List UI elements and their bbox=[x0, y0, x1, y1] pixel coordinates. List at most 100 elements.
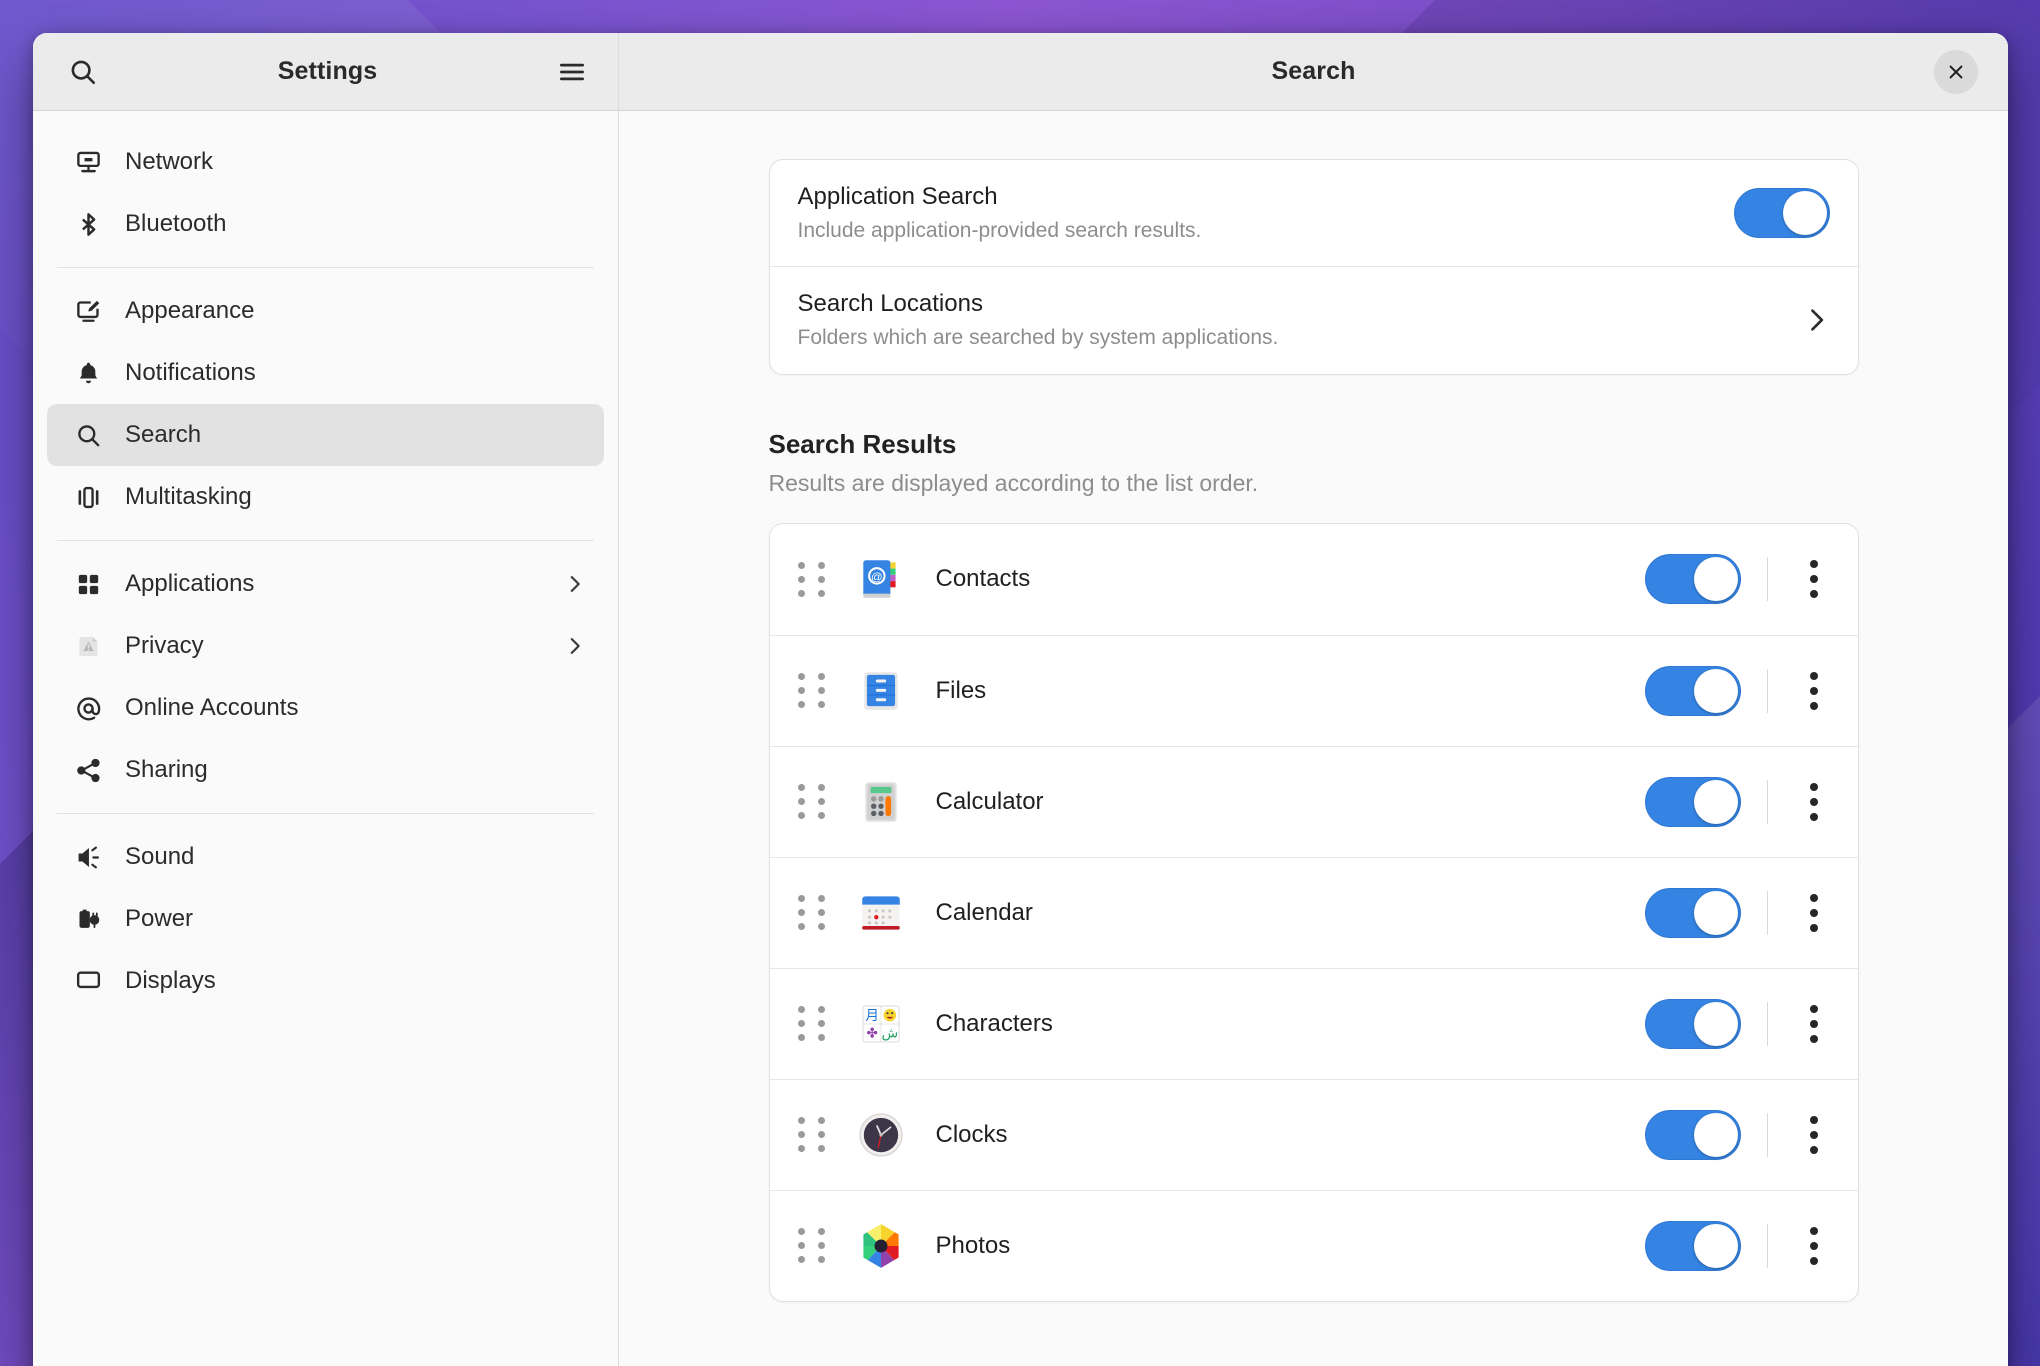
more-options-icon[interactable] bbox=[1796, 779, 1832, 825]
sidebar-item-label: Search bbox=[125, 421, 586, 449]
chevron-right-icon bbox=[1802, 306, 1830, 334]
result-toggle[interactable] bbox=[1645, 554, 1741, 604]
result-toggle[interactable] bbox=[1645, 999, 1741, 1049]
clocks-app-icon bbox=[856, 1110, 906, 1160]
search-results-section: Search Results Results are displayed acc… bbox=[769, 429, 1859, 497]
result-toggle[interactable] bbox=[1645, 777, 1741, 827]
photos-app-icon bbox=[856, 1221, 906, 1271]
sidebar-item-label: Network bbox=[125, 148, 586, 176]
sidebar-item-online-accounts[interactable]: Online Accounts bbox=[47, 677, 604, 739]
application-search-title: Application Search bbox=[798, 182, 1734, 212]
svg-text:月: 月 bbox=[865, 1007, 879, 1023]
toggle-knob bbox=[1694, 1113, 1738, 1157]
table-row[interactable]: @ Contacts bbox=[770, 524, 1858, 635]
drag-handle-icon[interactable] bbox=[798, 1006, 828, 1041]
sidebar-item-bluetooth[interactable]: Bluetooth bbox=[47, 193, 604, 255]
calendar-app-icon bbox=[856, 888, 906, 938]
toggle-knob bbox=[1783, 191, 1827, 235]
drag-handle-icon[interactable] bbox=[798, 1117, 828, 1152]
monitor-icon bbox=[73, 966, 103, 996]
sidebar-item-search[interactable]: Search bbox=[47, 404, 604, 466]
search-results-heading: Search Results bbox=[769, 429, 1859, 460]
more-options-icon[interactable] bbox=[1796, 1001, 1832, 1047]
nav-group: Appearance Notifications bbox=[47, 274, 604, 534]
drag-handle-icon[interactable] bbox=[798, 1228, 828, 1263]
result-toggle[interactable] bbox=[1645, 888, 1741, 938]
table-row[interactable]: Calculator bbox=[770, 746, 1858, 857]
toggle-knob bbox=[1694, 557, 1738, 601]
app-label: Calendar bbox=[936, 899, 1645, 927]
network-icon bbox=[73, 147, 103, 177]
hamburger-menu-icon[interactable] bbox=[550, 50, 594, 94]
settings-sidebar[interactable]: Network Bluetooth bbox=[33, 111, 619, 1366]
settings-window: Settings Search bbox=[33, 33, 2008, 1366]
sidebar-item-label: Applications bbox=[125, 570, 542, 598]
app-label: Calculator bbox=[936, 788, 1645, 816]
drag-handle-icon[interactable] bbox=[798, 784, 828, 819]
table-row[interactable]: Clocks bbox=[770, 1079, 1858, 1190]
bluetooth-icon bbox=[73, 209, 103, 239]
search-locations-title: Search Locations bbox=[798, 289, 1802, 319]
sidebar-item-displays[interactable]: Displays bbox=[47, 950, 604, 1012]
sidebar-item-privacy[interactable]: Privacy bbox=[47, 615, 604, 677]
drag-handle-icon[interactable] bbox=[798, 562, 828, 597]
table-row[interactable]: Files bbox=[770, 635, 1858, 746]
more-options-icon[interactable] bbox=[1796, 668, 1832, 714]
table-row[interactable]: Photos bbox=[770, 1190, 1858, 1301]
result-toggle[interactable] bbox=[1645, 1221, 1741, 1271]
row-separator bbox=[1767, 1002, 1768, 1046]
result-toggle[interactable] bbox=[1645, 1110, 1741, 1160]
toggle-knob bbox=[1694, 1002, 1738, 1046]
sidebar-item-label: Appearance bbox=[125, 297, 586, 325]
application-search-row[interactable]: Application Search Include application-p… bbox=[770, 160, 1858, 266]
calculator-app-icon bbox=[856, 777, 906, 827]
row-separator bbox=[1767, 891, 1768, 935]
application-search-toggle[interactable] bbox=[1734, 188, 1830, 238]
application-search-subtitle: Include application-provided search resu… bbox=[798, 218, 1734, 244]
sidebar-item-appearance[interactable]: Appearance bbox=[47, 280, 604, 342]
files-app-icon bbox=[856, 666, 906, 716]
sidebar-item-notifications[interactable]: Notifications bbox=[47, 342, 604, 404]
search-locations-subtitle: Folders which are searched by system app… bbox=[798, 325, 1802, 351]
search-icon bbox=[73, 420, 103, 450]
sidebar-item-sound[interactable]: Sound bbox=[47, 826, 604, 888]
result-toggle[interactable] bbox=[1645, 666, 1741, 716]
row-separator bbox=[1767, 1113, 1768, 1157]
grid-apps-icon bbox=[73, 569, 103, 599]
drag-handle-icon[interactable] bbox=[798, 895, 828, 930]
nav-group: Network Bluetooth bbox=[47, 125, 604, 261]
search-locations-row[interactable]: Search Locations Folders which are searc… bbox=[770, 266, 1858, 373]
sidebar-item-label: Privacy bbox=[125, 632, 542, 660]
toggle-knob bbox=[1694, 1224, 1738, 1268]
toggle-knob bbox=[1694, 669, 1738, 713]
sidebar-item-label: Online Accounts bbox=[125, 694, 586, 722]
table-row[interactable]: Calendar bbox=[770, 857, 1858, 968]
more-options-icon[interactable] bbox=[1796, 1112, 1832, 1158]
sidebar-item-network[interactable]: Network bbox=[47, 131, 604, 193]
app-label: Contacts bbox=[936, 565, 1645, 593]
close-icon[interactable] bbox=[1934, 50, 1978, 94]
row-separator bbox=[1767, 557, 1768, 601]
app-label: Files bbox=[936, 677, 1645, 705]
more-options-icon[interactable] bbox=[1796, 1223, 1832, 1269]
sidebar-item-power[interactable]: Power bbox=[47, 888, 604, 950]
more-options-icon[interactable] bbox=[1796, 890, 1832, 936]
nav-divider bbox=[57, 267, 594, 268]
content-headerbar: Search bbox=[619, 33, 2008, 110]
search-results-list: @ Contacts bbox=[769, 523, 1859, 1302]
window-headerbar: Settings Search bbox=[33, 33, 2008, 111]
sidebar-item-label: Power bbox=[125, 905, 586, 933]
share-nodes-icon bbox=[73, 755, 103, 785]
sidebar-item-applications[interactable]: Applications bbox=[47, 553, 604, 615]
sidebar-item-multitasking[interactable]: Multitasking bbox=[47, 466, 604, 528]
search-icon[interactable] bbox=[61, 50, 105, 94]
speaker-icon bbox=[73, 842, 103, 872]
more-options-icon[interactable] bbox=[1796, 556, 1832, 602]
drag-handle-icon[interactable] bbox=[798, 673, 828, 708]
nav-divider bbox=[57, 813, 594, 814]
sidebar-item-label: Sound bbox=[125, 843, 586, 871]
table-row[interactable]: 月 ✤ ش Characters bbox=[770, 968, 1858, 1079]
sidebar-item-sharing[interactable]: Sharing bbox=[47, 739, 604, 801]
bell-icon bbox=[73, 358, 103, 388]
svg-text:@: @ bbox=[871, 572, 883, 584]
